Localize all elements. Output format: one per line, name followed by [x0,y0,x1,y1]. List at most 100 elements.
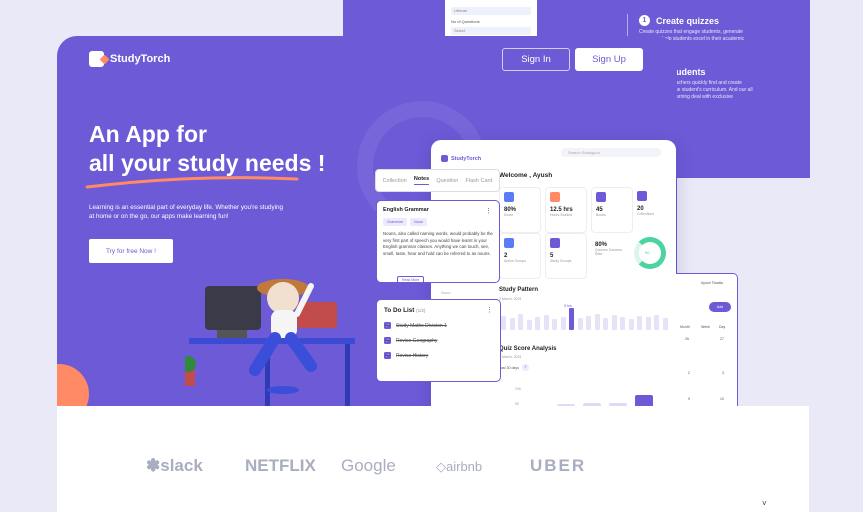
pattern-bar [654,315,659,330]
calendar-day[interactable]: 27 [720,337,724,341]
feature-title: Create quizzes [656,15,720,26]
quiz-filter-select[interactable]: Last 30 days ˅ [499,363,529,372]
pattern-bar [526,320,532,330]
todo-item[interactable]: ✓ Revise Geography [384,337,493,344]
dashboard-search-input[interactable]: Search Studyguru [561,148,661,157]
stat-card-study-groups: 5 Study Groups [545,233,587,279]
brand-label: slack [160,456,203,475]
pattern-bar [611,315,617,330]
tab-collection[interactable]: Collection [383,178,407,184]
studytorch-logo-icon [441,155,448,162]
pattern-bar [535,317,540,330]
more-options-icon[interactable]: ⋮ [486,306,493,314]
airbnb-icon: ◇ [436,459,446,474]
next-note-label: Noun [441,290,451,295]
note-body: Nouns, also called naming words, would p… [383,231,493,256]
decorative-circle [57,364,89,406]
chevron-down-icon: ˅ [521,364,529,371]
pattern-bar [577,318,583,330]
calendar-day[interactable]: 3 [722,371,724,375]
note-title: English Grammar [383,207,429,213]
stat-label: Active Groups [504,259,526,263]
quiz-analysis-title: Quiz Score Analysis [499,346,557,352]
pattern-bar [637,316,642,330]
quiz-tick: 100 [515,387,521,391]
view-day[interactable]: Day [719,325,725,329]
form-field: Litterae [451,7,531,15]
welcome-heading: Welcome , Ayush [499,172,553,179]
stat-label: Hours Studied [550,213,573,217]
todo-list-card: To Do List (1/2) ⋮ ✓ Study Maths Division… [376,299,501,382]
title-underline [85,176,299,189]
tab-notes[interactable]: Notes [413,176,430,185]
sign-in-button[interactable]: Sign In [502,48,570,71]
study-pattern-title: Study Pattern [499,287,539,293]
puzzle-icon [504,238,514,248]
todo-item-label: Revise History [396,352,429,359]
note-card[interactable]: English Grammar ⋮ Grammar Noun Nouns, al… [376,200,500,284]
hero-title-line1: An App for [89,121,207,147]
stat-card-hours: 12.5 hrs Hours Studied [545,187,587,233]
note-tag[interactable]: Grammar [383,218,408,226]
todo-item[interactable]: ✓ Revise History [384,352,493,359]
pattern-bar [569,308,574,330]
try-free-button[interactable]: Try for free Now ! [89,239,173,263]
tab-flash-card[interactable]: Flash Card [466,178,493,184]
slack-icon: ✽ [146,456,161,475]
quiz-analysis-date: 2 March, 2024 [499,355,522,359]
stat-label: Collections [637,212,655,216]
stat-card-active-groups: 2 Active Groups [499,233,541,279]
stat-label: Books [596,213,606,217]
todo-item[interactable]: ✓ Study Maths Division 1 [384,322,493,329]
calendar-day[interactable]: 26 [685,337,689,341]
percent-icon [504,192,514,202]
brand-google: Google [341,456,396,475]
pattern-bar [628,319,634,330]
bookmark-icon [637,191,647,201]
read-more-button[interactable]: Read More [397,276,425,284]
chevron-down-icon[interactable]: ˅ [762,499,767,508]
calendar-day[interactable]: 2 [688,371,690,375]
pattern-bar [552,319,557,330]
brand-logo[interactable]: StudyTorch [89,51,170,67]
pattern-bar [662,318,668,330]
pattern-bar [586,316,591,330]
brand-slack: ✽slack [146,456,203,476]
stat-label: Quizzes Success Rate [595,248,622,256]
clock-icon [550,192,560,202]
pattern-highlight-label: 5 hrs [564,304,572,308]
tab-question[interactable]: Question [436,178,458,184]
dashboard-brand: StudyTorch [451,155,482,162]
checkbox-checked-icon[interactable]: ✓ [384,352,391,359]
quiz-filter-value: Last 30 days [499,365,519,370]
brand-name: StudyTorch [110,53,171,65]
stat-card-books: 45 Books [591,187,633,233]
success-rate-donut [634,237,666,269]
pattern-bar [620,317,625,330]
hero-description: Learning is an essential part of everyda… [89,204,284,220]
stat-label: Study Groups [550,259,572,263]
calendar-user: Ayush Tiwatta [701,281,723,285]
brand-uber: UBER [530,456,587,475]
group-icon [550,238,560,248]
pattern-bar [560,317,566,330]
add-event-button[interactable]: Add [709,302,731,312]
dashboard-logo: StudyTorch [441,155,481,162]
pattern-bar [645,317,651,330]
view-week[interactable]: Week [701,325,710,329]
pattern-bar [509,318,515,330]
todo-title-text: To Do List [384,307,415,314]
checkbox-checked-icon[interactable]: ✓ [384,337,391,344]
brand-airbnb: ◇airbnb [436,459,482,475]
calendar-day[interactable]: 9 [688,397,690,401]
checkbox-checked-icon[interactable]: ✓ [384,322,391,329]
pattern-bar [518,314,523,330]
calendar-day[interactable]: 10 [720,397,724,401]
more-options-icon[interactable]: ⋮ [485,207,492,215]
study-pattern-date: 2 March, 2024 [499,297,522,301]
sign-up-button[interactable]: Sign Up [575,48,643,71]
note-tag[interactable]: Noun [410,218,428,226]
studytorch-logo-icon [89,51,104,67]
view-month[interactable]: Month [680,325,690,329]
todo-item-label: Study Maths Division 1 [396,322,447,329]
